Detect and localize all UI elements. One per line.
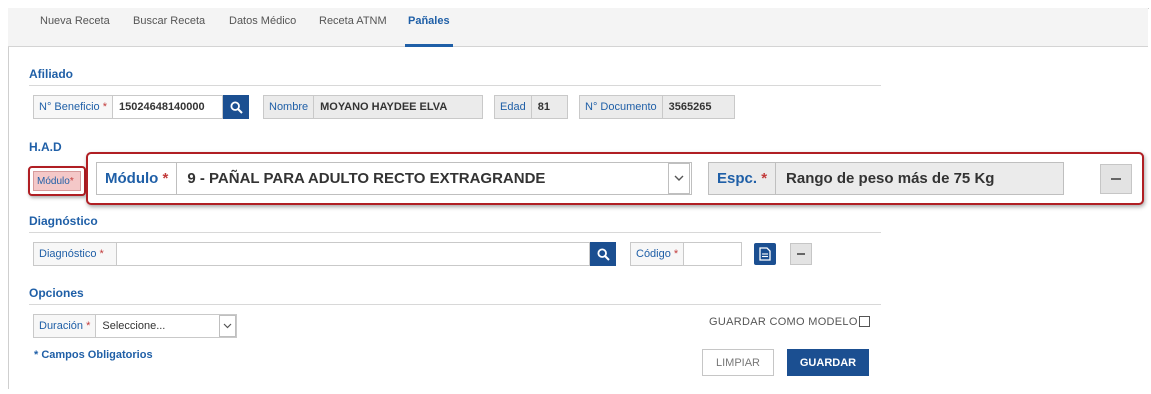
documento-value: 3565265 <box>668 101 712 113</box>
divider <box>29 232 881 233</box>
duracion-select[interactable]: Duración * Seleccione... <box>33 314 237 338</box>
modulo-small-highlight[interactable]: Módulo * <box>28 166 86 196</box>
guardar-button[interactable]: GUARDAR <box>787 349 869 376</box>
document-button[interactable] <box>754 243 776 265</box>
guardar-modelo-label: GUARDAR COMO MODELO <box>709 316 858 328</box>
codigo-field[interactable]: Código * <box>630 242 742 266</box>
tab-nueva-receta[interactable]: Nueva Receta <box>40 15 110 27</box>
beneficio-value: 15024648140000 <box>119 101 205 113</box>
search-icon <box>229 100 243 114</box>
tab-receta-atnm[interactable]: Receta ATNM <box>319 15 387 27</box>
modulo-value: 9 - PAÑAL PARA ADULTO RECTO EXTRAGRANDE <box>187 170 546 187</box>
remove-modulo-button[interactable] <box>1100 164 1132 194</box>
document-icon <box>759 247 771 261</box>
modulo-small-label: Módulo <box>37 175 70 187</box>
tab-buscar-receta[interactable]: Buscar Receta <box>133 15 205 27</box>
search-beneficio-button[interactable] <box>223 95 249 119</box>
nombre-label: Nombre <box>264 96 315 118</box>
guardar-modelo-checkbox[interactable] <box>859 316 870 327</box>
section-title-opciones: Opciones <box>29 286 84 300</box>
edad-label: Edad <box>495 96 532 118</box>
modulo-dropdown-toggle[interactable] <box>668 163 690 194</box>
minus-icon <box>797 253 805 255</box>
modulo-select[interactable]: Módulo * 9 - PAÑAL PARA ADULTO RECTO EXT… <box>96 162 692 195</box>
tab-bar <box>8 8 1148 47</box>
tab-panales[interactable]: Pañales <box>408 15 450 27</box>
chevron-down-icon <box>223 323 232 329</box>
limpiar-button[interactable]: LIMPIAR <box>702 349 774 376</box>
espc-label: Espc. <box>717 170 758 187</box>
codigo-label: Código <box>636 248 671 260</box>
beneficio-field[interactable]: N° Beneficio * 15024648140000 <box>33 95 223 119</box>
search-icon <box>596 247 610 261</box>
required-note: * Campos Obligatorios <box>34 349 153 361</box>
search-diagnostico-button[interactable] <box>590 242 616 266</box>
section-title-had: H.A.D <box>29 140 62 154</box>
section-title-afiliado: Afiliado <box>29 67 73 81</box>
espc-value: Rango de peso más de 75 Kg <box>786 170 995 187</box>
duracion-dropdown-toggle[interactable] <box>219 315 236 337</box>
diagnostico-label: Diagnóstico <box>39 248 97 260</box>
nombre-value: MOYANO HAYDEE ELVA <box>320 101 448 113</box>
active-tab-indicator <box>405 44 453 47</box>
duracion-label: Duración <box>39 320 84 332</box>
documento-label: N° Documento <box>580 96 663 118</box>
tab-datos-medico[interactable]: Datos Médico <box>229 15 296 27</box>
diagnostico-field[interactable]: Diagnóstico * <box>33 242 590 266</box>
edad-field: Edad 81 <box>494 95 568 119</box>
section-title-diagnostico: Diagnóstico <box>29 214 98 228</box>
divider <box>29 85 881 86</box>
minus-icon <box>1111 178 1121 180</box>
chevron-down-icon <box>674 175 684 181</box>
modulo-callout: Módulo * 9 - PAÑAL PARA ADULTO RECTO EXT… <box>86 152 1144 205</box>
nombre-field: Nombre MOYANO HAYDEE ELVA <box>263 95 483 119</box>
documento-field: N° Documento 3565265 <box>579 95 735 119</box>
duracion-value: Seleccione... <box>102 320 166 332</box>
espc-field: Espc. * Rango de peso más de 75 Kg <box>708 162 1064 195</box>
beneficio-label: N° Beneficio <box>39 101 100 113</box>
remove-diagnostico-button[interactable] <box>790 243 812 265</box>
edad-value: 81 <box>537 101 550 113</box>
modulo-label: Módulo <box>105 170 159 187</box>
divider <box>29 304 881 305</box>
